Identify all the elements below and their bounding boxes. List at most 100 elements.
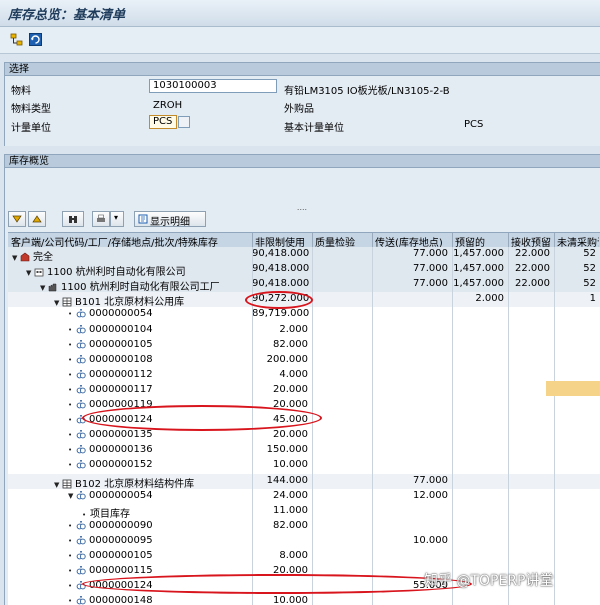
tree-node[interactable]: • 0000000112 (68, 369, 153, 380)
tree-node[interactable]: • 0000000117 (68, 384, 153, 395)
cell-c3: 10.000 (413, 534, 448, 546)
batch-icon (76, 566, 86, 575)
table-row[interactable]: • 0000000112 4.000 (8, 368, 600, 383)
tree-node[interactable]: • 0000000054 (68, 308, 153, 319)
window-title: 库存总览：基本清单 (8, 8, 126, 23)
tree-node[interactable]: • 0000000115 (68, 565, 153, 576)
tree-node[interactable]: • 0000000105 (68, 550, 153, 561)
leaf-node-icon: • (68, 582, 73, 591)
leaf-node-icon: • (68, 416, 73, 425)
tree-node-label: 0000000136 (89, 444, 153, 456)
leaf-node-icon: • (68, 521, 73, 530)
tree-node[interactable]: • 0000000108 (68, 354, 153, 365)
tree-node[interactable]: • 项目库存 (82, 505, 130, 520)
table-row[interactable]: • 0000000152 10.000 (8, 458, 600, 473)
column-separator[interactable] (452, 233, 453, 247)
tree-node[interactable]: ▼ 完全 (12, 248, 53, 263)
client-icon (20, 252, 30, 262)
column-separator[interactable] (312, 233, 313, 247)
tree-node-label: 0000000148 (89, 595, 153, 605)
overview-section-header: 库存概览 (4, 154, 600, 168)
cell-c3: 77.000 (413, 248, 448, 259)
cell-c1: 150.000 (266, 444, 308, 456)
tree-node[interactable]: ▼ B102 北京原材料结构件库 (54, 475, 194, 490)
table-row[interactable]: • 0000000104 2.000 (8, 323, 600, 338)
batch-icon (76, 551, 86, 560)
tree-node-label: 0000000054 (89, 489, 153, 501)
application-toolbar (0, 27, 600, 54)
table-row[interactable]: • 0000000095 10.000 (8, 534, 600, 549)
table-row[interactable]: • 0000000117 20.000 (8, 383, 600, 398)
cell-c6: 52 (583, 278, 596, 290)
table-row[interactable]: • 0000000105 8.000 (8, 549, 600, 564)
collapse-all-button[interactable] (28, 211, 46, 227)
cell-c6: 52 (583, 248, 596, 259)
tree-node[interactable]: • 0000000152 (68, 459, 153, 470)
unit-label: 计量单位 (11, 123, 51, 134)
tree-node[interactable]: • 0000000090 (68, 520, 153, 531)
cell-c1: 20.000 (273, 383, 308, 395)
table-row[interactable]: • 0000000054 89,719.000 (8, 307, 600, 322)
leaf-node-icon: • (68, 385, 73, 394)
table-row[interactable]: • 0000000105 82.000 (8, 338, 600, 353)
cell-c6: 52 (583, 263, 596, 275)
plant-icon (48, 283, 57, 292)
expand-icon (12, 215, 22, 223)
column-separator[interactable] (508, 233, 509, 247)
show-details-button[interactable]: 显示明细 (134, 211, 206, 228)
cell-c1: 20.000 (273, 429, 308, 441)
dropdown-arrow-icon: ▾ (114, 213, 119, 222)
binoculars-icon (69, 216, 77, 223)
tree-node[interactable]: ▼ B101 北京原材料公用库 (54, 293, 184, 308)
expand-all-button[interactable] (8, 211, 26, 227)
table-row[interactable]: ▼ 1100 杭州利时自动化有限公司 90,418.000 77.000 1,457.0… (8, 262, 600, 278)
material-input[interactable] (149, 79, 277, 93)
batch-icon (76, 430, 86, 439)
selection-panel: 物料 有铅LM3105 IO板光板/LN3105-2-B 物料类型 ZROH 外… (4, 76, 600, 146)
expand-node-icon[interactable]: ▼ (54, 481, 62, 489)
find-button[interactable] (62, 211, 84, 227)
tree-node[interactable]: ▼ 1100 杭州利时自动化有限公司 (26, 263, 186, 278)
value-help-icon[interactable] (178, 116, 190, 128)
table-row[interactable]: • 0000000090 82.000 (8, 519, 600, 534)
column-separator[interactable] (252, 233, 253, 247)
refresh-icon[interactable] (29, 33, 42, 46)
collapse-icon (32, 215, 42, 223)
expand-node-icon[interactable]: ▼ (68, 492, 76, 500)
tree-node-label: 0000000115 (89, 565, 153, 577)
unit-input[interactable] (149, 115, 177, 129)
print-menu-button[interactable]: ▾ (110, 211, 124, 227)
table-row[interactable]: • 0000000135 20.000 (8, 428, 600, 443)
cell-c1: 2.000 (279, 323, 308, 335)
tree-node[interactable]: • 0000000135 (68, 429, 153, 440)
table-row[interactable]: ▼ 0000000054 24.000 12.000 (8, 489, 600, 504)
column-separator[interactable] (372, 233, 373, 247)
tree-node[interactable]: • 0000000104 (68, 324, 153, 335)
expand-node-icon[interactable]: ▼ (12, 254, 20, 262)
tree-node[interactable]: ▼ 1100 杭州利时自动化有限公司工厂 (40, 278, 220, 293)
expand-node-icon[interactable]: ▼ (40, 284, 48, 292)
tree-node-label: 0000000108 (89, 353, 153, 365)
batch-icon (76, 535, 86, 545)
tree-node[interactable]: • 0000000095 (68, 535, 153, 546)
tree-node[interactable]: ▼ 0000000054 (68, 490, 153, 501)
column-separator[interactable] (554, 233, 555, 247)
tree-node[interactable]: • 0000000136 (68, 444, 153, 455)
table-row[interactable]: ▼ 完全 90,418.000 77.000 1,457.000 22.000 52 (8, 247, 600, 263)
tree-node[interactable]: • 0000000105 (68, 339, 153, 350)
table-row[interactable]: ▼ B102 北京原材料结构件库 144.000 77.000 (8, 473, 600, 490)
material-type-label: 物料类型 (11, 104, 51, 115)
table-row[interactable]: • 0000000108 200.000 (8, 353, 600, 368)
cell-c5: 22.000 (515, 263, 550, 275)
table-row[interactable]: ▼ 1100 杭州利时自动化有限公司工厂 90,418.000 77.000 1,457… (8, 277, 600, 293)
table-row[interactable]: • 0000000148 10.000 (8, 594, 600, 605)
expand-node-icon[interactable]: ▼ (54, 299, 62, 307)
cell-c4: 1,457.000 (453, 248, 504, 259)
cell-c5: 22.000 (515, 248, 550, 259)
hierarchy-icon[interactable] (10, 33, 23, 46)
table-row[interactable]: • 0000000136 150.000 (8, 443, 600, 458)
tree-node[interactable]: • 0000000148 (68, 595, 153, 605)
expand-node-icon[interactable]: ▼ (26, 269, 34, 277)
table-row[interactable]: • 项目库存 11.000 (8, 504, 600, 520)
print-button[interactable] (92, 211, 110, 227)
